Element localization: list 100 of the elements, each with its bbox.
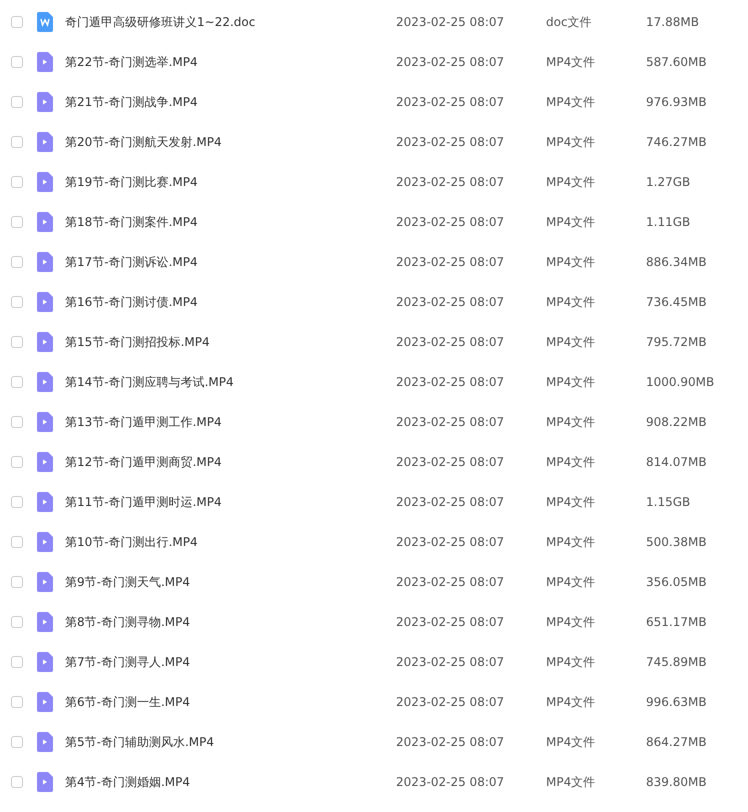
file-name[interactable]: 第19节-奇门测比赛.MP4 [65, 174, 396, 190]
modified-date: 2023-02-25 08:07 [396, 775, 506, 789]
file-name[interactable]: 第11节-奇门遁甲测时运.MP4 [65, 494, 396, 510]
file-size: 976.93MB [646, 95, 707, 109]
modified-date: 2023-02-25 08:07 [396, 255, 506, 269]
file-name[interactable]: 第10节-奇门测出行.MP4 [65, 534, 396, 550]
play-file-icon [37, 732, 53, 752]
checkbox[interactable] [11, 656, 23, 668]
file-name[interactable]: 第16节-奇门测讨债.MP4 [65, 294, 396, 310]
checkbox[interactable] [11, 296, 23, 308]
play-file-icon [37, 452, 53, 472]
file-name[interactable]: 第5节-奇门辅助测风水.MP4 [65, 734, 396, 750]
checkbox[interactable] [11, 456, 23, 468]
file-type: MP4文件 [546, 454, 596, 470]
file-size: 886.34MB [646, 255, 707, 269]
play-file-icon [37, 772, 53, 792]
checkbox[interactable] [11, 536, 23, 548]
file-type: MP4文件 [546, 654, 596, 670]
file-type: MP4文件 [546, 734, 596, 750]
play-file-icon [37, 572, 53, 592]
file-size: 736.45MB [646, 295, 707, 309]
checkbox[interactable] [11, 616, 23, 628]
checkbox[interactable] [11, 376, 23, 388]
modified-date: 2023-02-25 08:07 [396, 95, 506, 109]
play-file-icon [37, 252, 53, 272]
file-size: 839.80MB [646, 775, 707, 789]
file-name[interactable]: 第22节-奇门测选举.MP4 [65, 54, 396, 70]
file-type: MP4文件 [546, 134, 596, 150]
file-size: 996.63MB [646, 695, 707, 709]
document-icon [37, 12, 53, 32]
file-name[interactable]: 第21节-奇门测战争.MP4 [65, 94, 396, 110]
modified-date: 2023-02-25 08:07 [396, 135, 506, 149]
checkbox[interactable] [11, 776, 23, 788]
file-type: MP4文件 [546, 374, 596, 390]
checkbox[interactable] [11, 576, 23, 588]
checkbox[interactable] [11, 336, 23, 348]
file-size: 587.60MB [646, 55, 707, 69]
file-name[interactable]: 第20节-奇门测航天发射.MP4 [65, 134, 396, 150]
play-file-icon [37, 652, 53, 672]
file-type: MP4文件 [546, 174, 596, 190]
checkbox[interactable] [11, 176, 23, 188]
file-type: MP4文件 [546, 774, 596, 790]
file-name[interactable]: 第18节-奇门测案件.MP4 [65, 214, 396, 230]
checkbox[interactable] [11, 256, 23, 268]
file-name[interactable]: 第9节-奇门测天气.MP4 [65, 574, 396, 590]
play-file-icon [37, 612, 53, 632]
file-size: 814.07MB [646, 455, 707, 469]
play-file-icon [37, 372, 53, 392]
checkbox[interactable] [11, 56, 23, 68]
file-type: MP4文件 [546, 334, 596, 350]
file-name[interactable]: 第7节-奇门测寻人.MP4 [65, 654, 396, 670]
play-file-icon [37, 692, 53, 712]
checkbox[interactable] [11, 96, 23, 108]
play-file-icon [37, 172, 53, 192]
file-type: MP4文件 [546, 94, 596, 110]
file-size: 1000.90MB [646, 375, 714, 389]
play-file-icon [37, 92, 53, 112]
file-name[interactable]: 第4节-奇门测婚姻.MP4 [65, 774, 396, 790]
play-file-icon [37, 412, 53, 432]
file-name[interactable]: 第17节-奇门测诉讼.MP4 [65, 254, 396, 270]
modified-date: 2023-02-25 08:07 [396, 415, 506, 429]
play-file-icon [37, 332, 53, 352]
checkbox[interactable] [11, 696, 23, 708]
file-name[interactable]: 第8节-奇门测寻物.MP4 [65, 614, 396, 630]
file-size: 1.15GB [646, 495, 690, 509]
file-size: 908.22MB [646, 415, 707, 429]
modified-date: 2023-02-25 08:07 [396, 655, 506, 669]
modified-date: 2023-02-25 08:07 [396, 15, 506, 29]
modified-date: 2023-02-25 08:07 [396, 695, 506, 709]
play-file-icon [37, 492, 53, 512]
file-type: MP4文件 [546, 254, 596, 270]
modified-date: 2023-02-25 08:07 [396, 455, 506, 469]
modified-date: 2023-02-25 08:07 [396, 495, 506, 509]
file-type: MP4文件 [546, 494, 596, 510]
file-type: MP4文件 [546, 694, 596, 710]
modified-date: 2023-02-25 08:07 [396, 175, 506, 189]
modified-date: 2023-02-25 08:07 [396, 55, 506, 69]
file-name[interactable]: 第12节-奇门遁甲测商贸.MP4 [65, 454, 396, 470]
file-size: 795.72MB [646, 335, 707, 349]
modified-date: 2023-02-25 08:07 [396, 575, 506, 589]
checkbox[interactable] [11, 416, 23, 428]
file-name[interactable]: 第15节-奇门测招投标.MP4 [65, 334, 396, 350]
file-size: 651.17MB [646, 615, 707, 629]
file-size: 1.27GB [646, 175, 690, 189]
file-name[interactable]: 第6节-奇门测一生.MP4 [65, 694, 396, 710]
file-type: MP4文件 [546, 294, 596, 310]
modified-date: 2023-02-25 08:07 [396, 535, 506, 549]
file-type: MP4文件 [546, 534, 596, 550]
checkbox[interactable] [11, 496, 23, 508]
file-name[interactable]: 奇门遁甲高级研修班讲义1~22.doc [65, 14, 396, 30]
checkbox[interactable] [11, 736, 23, 748]
file-type: MP4文件 [546, 614, 596, 630]
file-size: 1.11GB [646, 215, 690, 229]
checkbox[interactable] [11, 216, 23, 228]
play-file-icon [37, 52, 53, 72]
checkbox[interactable] [11, 16, 23, 28]
file-type: MP4文件 [546, 414, 596, 430]
checkbox[interactable] [11, 136, 23, 148]
file-name[interactable]: 第14节-奇门测应聘与考试.MP4 [65, 374, 396, 390]
file-name[interactable]: 第13节-奇门遁甲测工作.MP4 [65, 414, 396, 430]
